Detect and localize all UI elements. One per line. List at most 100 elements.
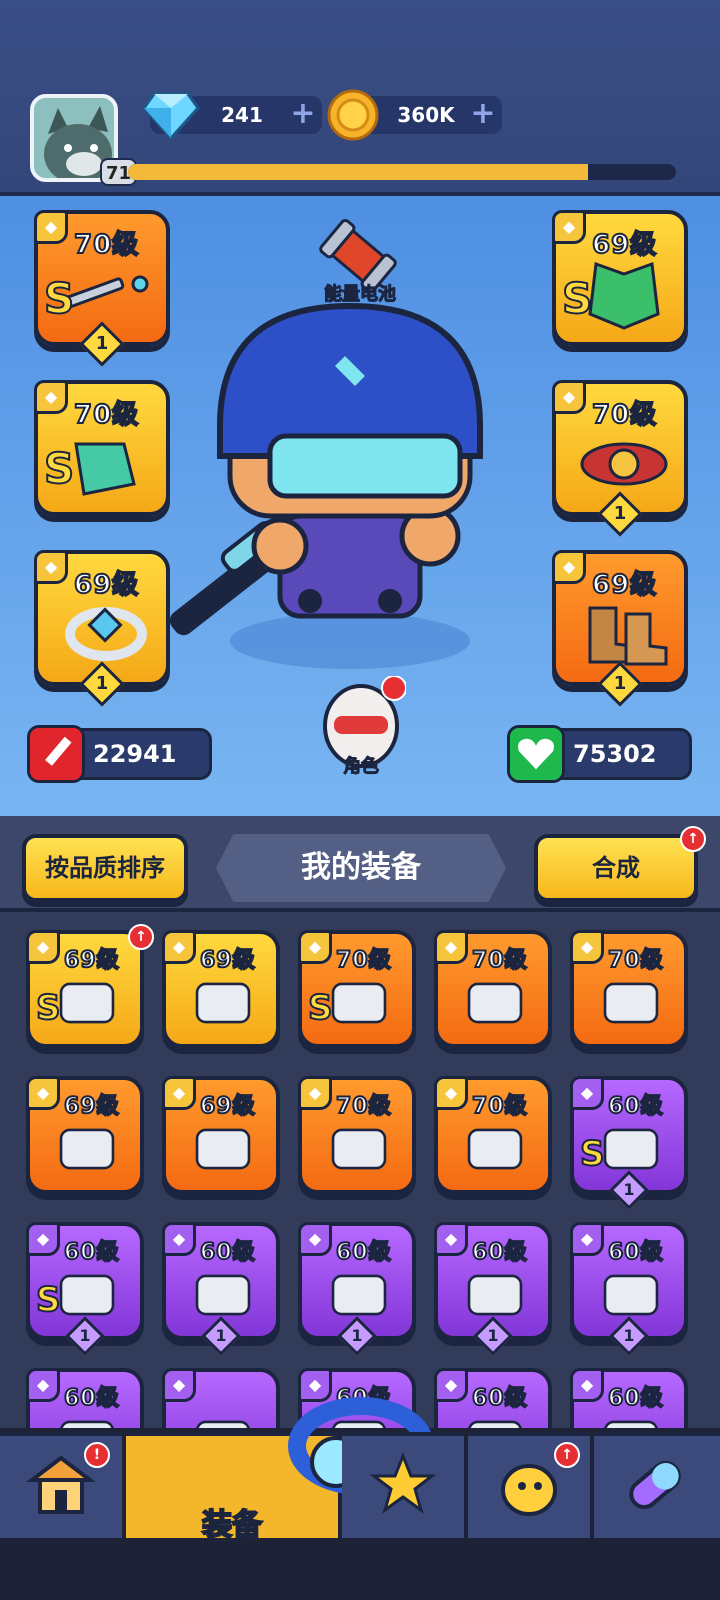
equipment-type-icon: ◆ <box>570 1076 604 1110</box>
inventory-item[interactable]: ◆ 69级 <box>162 1076 280 1194</box>
inventory-item[interactable]: ◆ 60级 <box>570 1368 688 1428</box>
equipment-panel-header: 按品质排序 我的装备 合成 ↑ <box>0 816 720 912</box>
inventory-item[interactable]: ◆ 69级 S <box>26 930 144 1048</box>
belt-icon <box>580 442 668 486</box>
chick-egg-icon <box>501 1464 557 1516</box>
s-rank-mark: S <box>561 273 593 324</box>
s-rank-mark: S <box>307 987 333 1029</box>
coin-counter: 360K + <box>327 89 502 141</box>
equipment-type-icon: ◆ <box>434 1076 468 1110</box>
generic <box>603 982 659 1024</box>
equipment-type-icon: ◆ <box>34 380 68 414</box>
add-coins-button[interactable]: + <box>470 99 496 129</box>
equipment-type-icon: ◆ <box>552 380 586 414</box>
s-rank-mark: S <box>43 443 75 494</box>
equipped-slot[interactable]: ◆ 70级 S <box>34 380 170 516</box>
generic <box>195 982 251 1024</box>
inventory-item[interactable]: ◆ 60级 S 1 <box>26 1222 144 1356</box>
nav-tab-pets[interactable]: ↑ <box>468 1432 590 1538</box>
generic <box>195 1128 251 1170</box>
inventory-item[interactable]: ◆ 60级 1 <box>434 1222 552 1356</box>
equipment-type-icon: ◆ <box>570 1222 604 1256</box>
my-equipment-title: 我的装备 <box>216 834 506 902</box>
inventory-item[interactable]: ◆ 70级 <box>298 1076 416 1194</box>
generic <box>468 1420 522 1428</box>
generic <box>59 1128 115 1170</box>
equipment-type-icon: ◆ <box>162 1222 196 1256</box>
add-gems-button[interactable]: + <box>290 99 316 129</box>
equipped-slot[interactable]: ◆ 69级 S <box>552 210 688 346</box>
tier-value: 1 <box>613 503 627 524</box>
equipped-slot[interactable]: ◆ 69级 1 <box>552 550 688 707</box>
nav-tab-capsule[interactable] <box>594 1432 720 1538</box>
nav-equipment-label: 装备 <box>201 1507 263 1544</box>
tier-value: 1 <box>623 1326 635 1345</box>
top-header: 71 241 + 360K + <box>0 0 720 196</box>
generic <box>196 1420 250 1428</box>
hero-character <box>169 302 483 669</box>
inventory-item[interactable]: ◆ 60级 1 <box>162 1222 280 1356</box>
equipment-type-icon: ◆ <box>34 550 68 584</box>
craft-button[interactable]: 合成 <box>534 834 698 902</box>
attack-stat: 22941 <box>27 725 212 783</box>
equipment-type-icon: ◆ <box>26 1368 60 1402</box>
inventory-item[interactable]: ◆ 70级 S <box>298 930 416 1048</box>
inventory-item[interactable]: ◆ 69级 <box>162 930 280 1048</box>
capsule-icon <box>629 1461 681 1509</box>
health-value: 75302 <box>573 740 657 768</box>
xp-progress-bar <box>128 164 676 180</box>
inventory-item[interactable]: ◆ 60级 S 1 <box>570 1076 688 1210</box>
gem-count: 241 <box>221 103 263 127</box>
inventory-item[interactable]: ◆ 60级 1 <box>298 1222 416 1356</box>
inventory-item[interactable]: ◆ 60级 <box>26 1368 144 1428</box>
hero-stage: ◆ 70级 S 1 ◆ 69级 S ◆ 70级 S ◆ 70级 1 ◆ 69级 1 ◆ 69级 1 能量电池 角色 … <box>0 196 720 816</box>
tier-value: 1 <box>95 333 109 354</box>
inventory-item[interactable]: ◆ 70级 <box>570 930 688 1048</box>
ring-icon <box>65 607 147 661</box>
health-stat: 75302 <box>507 725 692 783</box>
diamond-icon <box>142 92 200 141</box>
equipment-type-icon: ◆ <box>298 1076 332 1110</box>
inventory-item[interactable]: ◆ <box>162 1368 280 1428</box>
generic <box>331 1128 387 1170</box>
generic <box>604 1420 658 1428</box>
equipment-type-icon: ◆ <box>26 1076 60 1110</box>
heart-icon <box>507 725 565 783</box>
equipment-type-icon: ◆ <box>298 1222 332 1256</box>
gem-counter: 241 + <box>142 92 322 141</box>
inventory-item[interactable]: ◆ 60级 <box>434 1368 552 1428</box>
inventory-item[interactable]: ◆ 60级 1 <box>570 1222 688 1356</box>
nav-tab-equipment[interactable]: 装备 <box>126 1397 434 1544</box>
attack-value: 22941 <box>93 740 177 768</box>
boots-icon <box>588 606 668 666</box>
inventory-item[interactable]: ◆ 70级 <box>434 930 552 1048</box>
equipment-type-icon: ◆ <box>26 1222 60 1256</box>
tier-value: 1 <box>613 673 627 694</box>
sword-icon <box>27 725 85 783</box>
new-item-badge: ↑ <box>128 924 154 950</box>
nav-tab-shop[interactable]: ! <box>0 1432 122 1538</box>
tier-value: 1 <box>351 1326 363 1345</box>
generic <box>467 1128 523 1170</box>
xp-progress-fill <box>128 164 589 180</box>
equipment-type-icon: ◆ <box>34 210 68 244</box>
inventory-item[interactable]: ◆ 70级 <box>434 1076 552 1194</box>
sort-by-quality-button[interactable]: 按品质排序 <box>22 834 188 902</box>
equipped-slot[interactable]: ◆ 69级 1 <box>34 550 170 707</box>
bottom-navigation: ! 装备 ↑ <box>0 1397 720 1600</box>
equipment-panel: 按品质排序 我的装备 合成 ↑ ◆ 69级 S ◆ 69级 ◆ 70级 S ◆ 70级 ◆ 70级 ◆ 6… <box>0 816 720 1428</box>
equipment-type-icon: ◆ <box>162 1076 196 1110</box>
equipment-type-icon: ◆ <box>570 1368 604 1402</box>
s-rank-mark: S <box>579 1133 605 1175</box>
equipped-slot[interactable]: ◆ 70级 S 1 <box>34 210 170 367</box>
tier-value: 1 <box>215 1326 227 1345</box>
coin-count: 360K <box>397 103 455 127</box>
equipment-type-icon: ◆ <box>434 1222 468 1256</box>
s-rank-mark: S <box>35 987 61 1029</box>
equipment-type-icon: ◆ <box>298 930 332 964</box>
craft-alert-badge: ↑ <box>680 826 706 852</box>
pets-alert-badge: ↑ <box>554 1442 580 1468</box>
inventory-item[interactable]: ◆ 69级 <box>26 1076 144 1194</box>
nav-tab-weapons[interactable] <box>342 1432 464 1538</box>
equipped-slot[interactable]: ◆ 70级 1 <box>552 380 688 537</box>
